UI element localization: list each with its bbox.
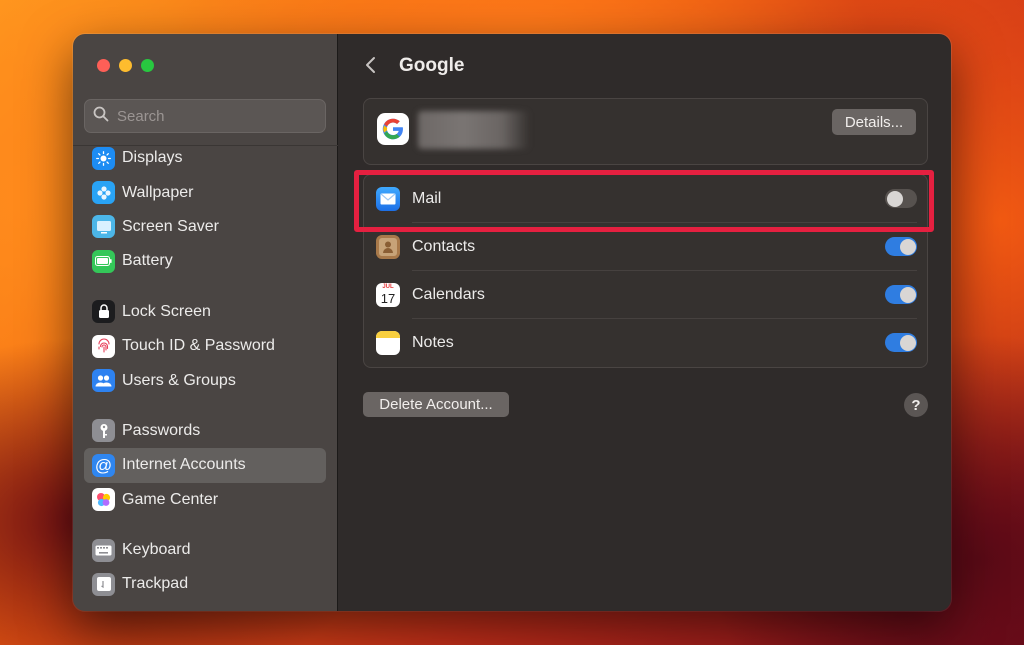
sidebar-item-label: Internet Accounts [122,456,246,474]
window-controls [97,59,154,72]
close-window-button[interactable] [97,59,110,72]
zoom-window-button[interactable] [141,59,154,72]
notes-icon [376,331,400,355]
account-name-redacted [418,111,530,149]
sidebar-item-passwords[interactable]: Passwords [84,414,326,448]
sidebar-item-label: Passwords [122,421,201,439]
game-center-icon [92,488,115,512]
users-icon [92,369,115,393]
at-icon: @ [92,453,115,477]
sidebar-item-label: Lock Screen [122,302,211,320]
app-row-notes: Notes [364,319,929,367]
sidebar-item-displays[interactable]: Displays [84,141,326,175]
trackpad-icon [92,572,115,596]
page-title: Google [399,55,465,76]
screen-saver-icon [92,215,115,239]
delete-account-button[interactable]: Delete Account... [363,392,509,417]
details-button[interactable]: Details... [832,109,916,135]
google-logo-icon [377,113,409,145]
displays-icon [92,146,115,170]
settings-window: Displays Wallpaper Screen Saver Battery Lock… [73,34,951,611]
toggle-knob [899,238,916,255]
help-button[interactable]: ? [904,393,928,417]
mail-icon [376,187,400,211]
sidebar-item-label: Wallpaper [122,183,194,201]
sidebar-item-game-center[interactable]: Game Center [84,483,326,517]
toggle-knob [899,286,916,303]
sidebar-item-trackpad[interactable]: Trackpad [84,567,326,601]
sidebar-list: Displays Wallpaper Screen Saver Battery Lock… [84,141,326,602]
fingerprint-icon [92,334,115,358]
sidebar-item-keyboard[interactable]: Keyboard [84,533,326,567]
main-pane: Google Details... Mail Contacts JUL 17 Calen… [338,34,951,611]
sidebar-item-internet-accounts[interactable]: @ Internet Accounts [84,448,326,483]
sidebar-item-wallpaper[interactable]: Wallpaper [84,175,326,209]
chevron-left-icon [365,57,375,73]
sidebar-item-battery[interactable]: Battery [84,244,326,278]
app-row-mail: Mail [364,175,929,223]
sidebar: Displays Wallpaper Screen Saver Battery Lock… [73,34,338,611]
toggle-knob [886,190,903,207]
sidebar-item-label: Screen Saver [122,217,219,235]
apps-list: Mail Contacts JUL 17 Calendars Notes [363,174,928,368]
sidebar-item-label: Users & Groups [122,371,236,389]
back-button[interactable] [362,54,378,76]
account-header: Details... [363,98,928,165]
mail-toggle[interactable] [885,189,917,208]
sidebar-item-screen-saver[interactable]: Screen Saver [84,210,326,244]
keyboard-icon [92,538,115,562]
battery-icon [92,249,115,273]
sidebar-item-label: Game Center [122,490,219,508]
sidebar-item-label: Touch ID & Password [122,337,275,355]
lock-icon [92,300,115,324]
wallpaper-icon [92,181,115,205]
notes-toggle[interactable] [885,333,917,352]
sidebar-item-label: Trackpad [122,575,189,593]
sidebar-search[interactable] [84,99,326,133]
sidebar-item-users-groups[interactable]: Users & Groups [84,363,326,397]
app-label: Notes [412,334,454,351]
app-row-contacts: Contacts [364,223,929,271]
key-icon [92,419,115,443]
search-icon [93,106,109,127]
calendar-icon: JUL 17 [376,283,400,307]
sidebar-item-label: Battery [122,252,173,270]
toggle-knob [899,334,916,351]
calendars-toggle[interactable] [885,285,917,304]
contacts-icon [376,235,400,259]
app-label: Mail [412,190,442,207]
sidebar-item-label: Keyboard [122,541,191,559]
sidebar-item-label: Displays [122,149,183,167]
minimize-window-button[interactable] [119,59,132,72]
contacts-toggle[interactable] [885,237,917,256]
app-row-calendars: JUL 17 Calendars [364,271,929,319]
app-label: Contacts [412,238,476,255]
search-input[interactable] [117,107,317,125]
sidebar-item-lock-screen[interactable]: Lock Screen [84,295,326,329]
sidebar-item-touch-id-password[interactable]: Touch ID & Password [84,329,326,363]
app-label: Calendars [412,286,485,303]
